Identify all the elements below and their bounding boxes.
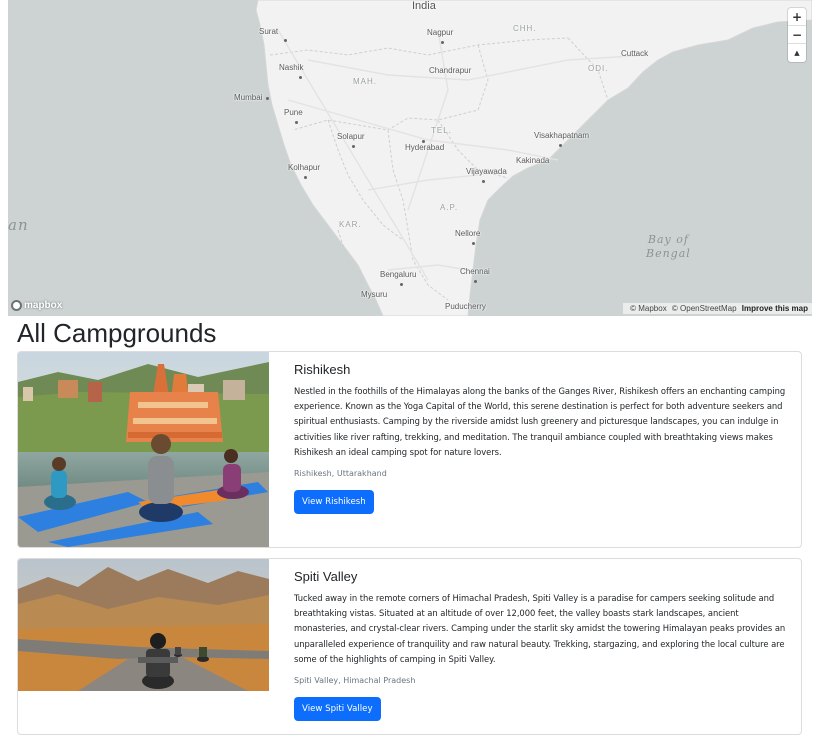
city-label: Mysuru bbox=[361, 290, 388, 299]
campground-description: Nestled in the foothills of the Himalaya… bbox=[294, 386, 786, 457]
state-label-mah: MAH. bbox=[353, 77, 377, 86]
city-label: Vijayawada bbox=[466, 167, 507, 176]
campground-location: Spiti Valley, Himachal Pradesh bbox=[294, 676, 416, 686]
sea-label-line1: Bay of bbox=[647, 233, 689, 246]
state-label-odi: ODI. bbox=[588, 64, 609, 73]
city-label: Chennai bbox=[460, 267, 490, 276]
campground-title: Rishikesh bbox=[294, 362, 351, 377]
city-label: Solapur bbox=[337, 132, 365, 141]
city-label: Cuttack bbox=[621, 49, 649, 58]
sea-label-line2: Bengal bbox=[646, 247, 691, 260]
campground-description: Tucked away in the remote corners of Him… bbox=[294, 593, 786, 664]
city-label: Nellore bbox=[455, 229, 481, 238]
city-label: Kolhapur bbox=[288, 163, 321, 172]
attribution-osm-link[interactable]: © OpenStreetMap bbox=[672, 304, 737, 313]
campground-card: Spiti Valley Tucked away in the remote c… bbox=[17, 558, 802, 735]
city-label: Visakhapatnam bbox=[534, 131, 589, 140]
campground-image bbox=[18, 559, 269, 691]
campground-location: Rishikesh, Uttarakhand bbox=[294, 469, 387, 479]
sea-label-arabian: an bbox=[8, 216, 29, 234]
campground-image bbox=[18, 352, 269, 547]
state-label-kar: KAR. bbox=[339, 220, 362, 229]
compass-icon[interactable]: ▲ bbox=[788, 44, 806, 62]
mapbox-logo[interactable]: mapbox bbox=[11, 300, 62, 311]
india-landmass bbox=[255, 0, 812, 316]
country-label: India bbox=[412, 0, 436, 12]
zoom-in-button[interactable]: + bbox=[788, 8, 806, 26]
zoom-out-button[interactable]: − bbox=[788, 26, 806, 44]
city-label: Puducherry bbox=[445, 302, 486, 311]
mapbox-logo-icon bbox=[11, 300, 22, 311]
map-attribution: © Mapbox © OpenStreetMap Improve this ma… bbox=[623, 303, 812, 314]
attribution-mapbox-link[interactable]: © Mapbox bbox=[630, 304, 667, 313]
page-title: All Campgrounds bbox=[17, 318, 217, 348]
campground-card: Rishikesh Nestled in the foothills of th… bbox=[17, 351, 802, 548]
city-label: Kakinada bbox=[516, 156, 550, 165]
city-label: Pune bbox=[284, 108, 303, 117]
city-label: Hyderabad bbox=[405, 143, 445, 152]
map-navigation-control: + − ▲ bbox=[788, 8, 806, 62]
campground-title: Spiti Valley bbox=[294, 569, 358, 584]
city-label: Nashik bbox=[279, 63, 304, 72]
city-label: Nagpur bbox=[427, 28, 454, 37]
improve-map-link[interactable]: Improve this map bbox=[742, 304, 808, 313]
state-label-chh: CHH. bbox=[513, 24, 537, 33]
sea-label-bay-of-bengal: Bay of Bengal bbox=[646, 233, 691, 261]
campgrounds-map[interactable]: India CHH. MAH. ODI. TEL. A.P. KAR. Sura… bbox=[8, 0, 812, 316]
city-label: Mumbai bbox=[234, 93, 263, 102]
view-campground-button[interactable]: View Spiti Valley bbox=[294, 697, 381, 722]
state-label-tel: TEL. bbox=[431, 126, 452, 135]
state-label-ap: A.P. bbox=[440, 203, 459, 212]
mapbox-logo-text: mapbox bbox=[24, 300, 63, 311]
view-campground-button[interactable]: View Rishikesh bbox=[294, 490, 374, 515]
city-label: Chandrapur bbox=[429, 66, 472, 75]
city-label: Bengaluru bbox=[380, 270, 417, 279]
city-label: Surat bbox=[259, 27, 279, 36]
